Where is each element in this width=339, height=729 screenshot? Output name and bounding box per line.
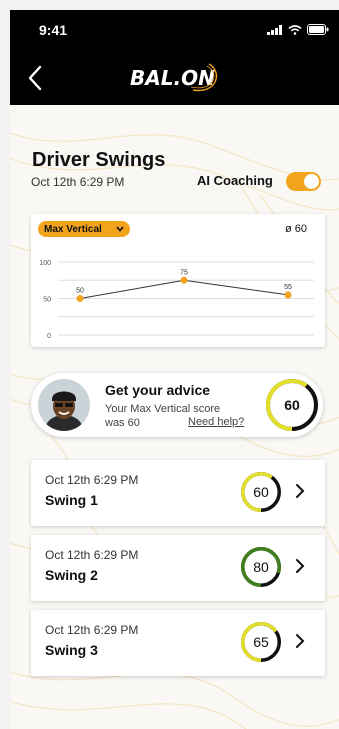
y-tick-label: 50 — [43, 297, 51, 304]
swing-name: Swing 3 — [45, 642, 98, 658]
app-header: 9:41 BAL.ON — [10, 10, 339, 105]
data-label: 55 — [284, 284, 292, 291]
logo-swirl — [190, 63, 217, 92]
chevron-left-icon[interactable] — [24, 64, 46, 92]
swing-name: Swing 2 — [45, 567, 98, 583]
swing-score-ring: 60 — [241, 472, 281, 512]
advice-title: Get your advice — [105, 382, 211, 398]
metric-dropdown-label: Max Vertical — [44, 223, 102, 235]
chevron-right-icon — [296, 634, 305, 648]
brand-logo: BAL.ON — [130, 60, 223, 96]
swing-date: Oct 12th 6:29 PM — [45, 548, 139, 562]
swing-score-value: 80 — [253, 559, 269, 575]
swing-score-value: 65 — [253, 634, 269, 650]
data-point — [180, 276, 188, 284]
status-time: 9:41 — [39, 22, 68, 38]
data-label: 75 — [180, 269, 188, 276]
swing-score-ring: 65 — [241, 622, 281, 662]
swing-date: Oct 12th 6:29 PM — [45, 473, 139, 487]
swing-score-value: 60 — [253, 484, 269, 500]
swing-score-ring: 80 — [241, 547, 281, 587]
y-tick-label: 100 — [39, 260, 51, 267]
metric-dropdown[interactable]: Max Vertical — [38, 221, 130, 237]
advice-score-value: 60 — [284, 397, 300, 413]
y-tick-label: 0 — [47, 333, 51, 340]
page-title: Driver Swings — [32, 149, 166, 171]
need-help-link[interactable]: Need help? — [188, 416, 244, 428]
chevron-right-icon — [296, 484, 305, 498]
swing-name: Swing 1 — [45, 492, 98, 508]
swing-card-2[interactable]: Oct 12th 6:29 PM Swing 2 80 — [31, 535, 325, 601]
swing-date: Oct 12th 6:29 PM — [45, 623, 139, 637]
chevron-right-icon — [296, 559, 305, 573]
ai-coaching-label: AI Coaching — [197, 173, 273, 188]
session-date: Oct 12th 6:29 PM — [31, 175, 125, 189]
advice-card[interactable]: Get your advice Your Max Vertical score … — [31, 373, 323, 437]
status-icons — [267, 24, 329, 35]
advice-score-ring: 60 — [266, 379, 318, 431]
data-point — [284, 291, 292, 299]
app-screen: 9:41 BAL.ON Driver Swings Oct 12th 6:29 … — [10, 10, 339, 729]
battery-icon — [307, 24, 329, 35]
data-label: 50 — [76, 288, 84, 295]
ai-coaching-toggle[interactable] — [286, 172, 321, 191]
swing-card-1[interactable]: Oct 12th 6:29 PM Swing 1 60 — [31, 460, 325, 526]
signal-icon — [267, 24, 282, 35]
swing-card-3[interactable]: Oct 12th 6:29 PM Swing 3 65 — [31, 610, 325, 676]
chart-card: 100 50 0 50 75 55 Max Vertical ø 60 — [31, 214, 325, 347]
average-value: ø 60 — [284, 223, 307, 235]
wifi-icon — [288, 24, 302, 35]
chevron-down-icon — [116, 226, 124, 232]
toggle-knob — [304, 174, 319, 189]
data-point — [76, 295, 84, 302]
coach-avatar — [38, 379, 90, 431]
